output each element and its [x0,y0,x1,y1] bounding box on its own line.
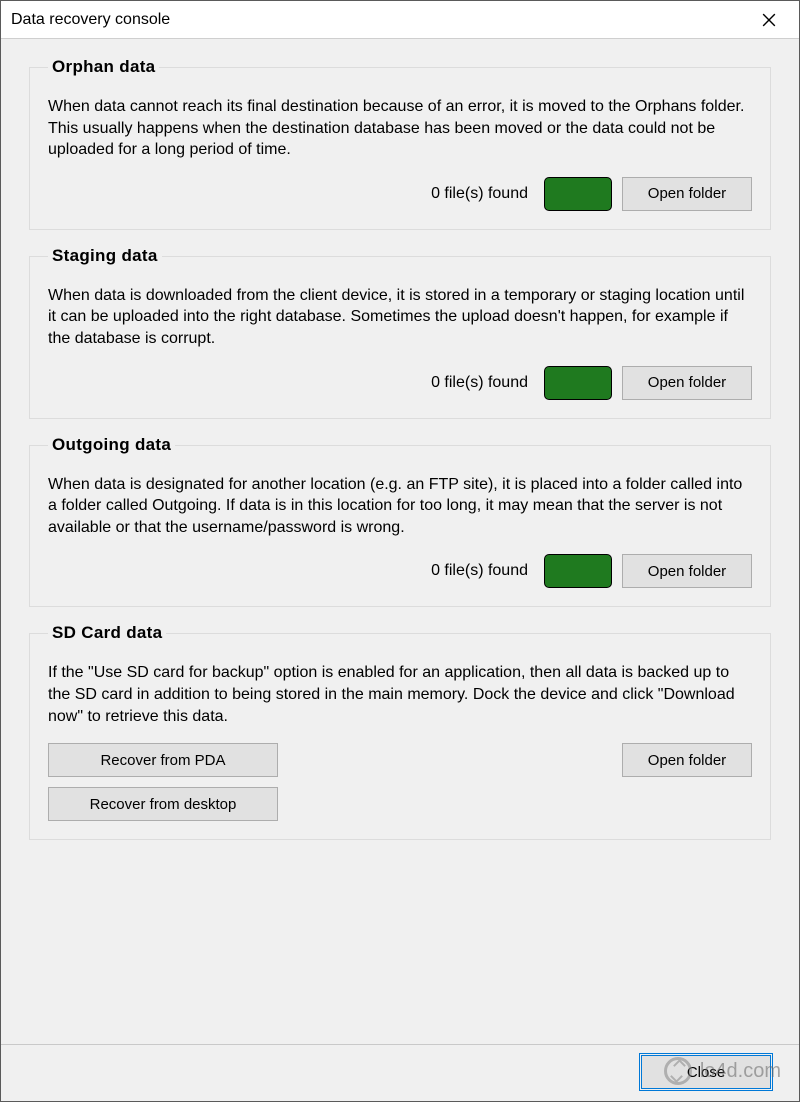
window-title: Data recovery console [11,11,170,29]
orphan-open-folder-button[interactable]: Open folder [622,177,752,211]
staging-data-title: Staging data [48,246,162,266]
sdcard-data-group: SD Card data If the "Use SD card for bac… [29,633,771,840]
staging-status-indicator [544,366,612,400]
recover-from-desktop-button[interactable]: Recover from desktop [48,787,278,821]
window-close-button[interactable] [749,5,789,35]
outgoing-data-title: Outgoing data [48,435,175,455]
recover-from-pda-button[interactable]: Recover from PDA [48,743,278,777]
orphan-data-title: Orphan data [48,57,159,77]
orphan-status-row: 0 file(s) found Open folder [48,177,752,211]
outgoing-files-count: 0 file(s) found [431,562,528,580]
dialog-footer: Close [1,1044,799,1089]
titlebar: Data recovery console [1,1,799,39]
staging-status-row: 0 file(s) found Open folder [48,366,752,400]
orphan-files-count: 0 file(s) found [431,185,528,203]
outgoing-data-description: When data is designated for another loca… [48,474,752,539]
staging-data-description: When data is downloaded from the client … [48,285,752,350]
sdcard-data-title: SD Card data [48,623,166,643]
outgoing-data-group: Outgoing data When data is designated fo… [29,445,771,608]
sdcard-open-folder-button[interactable]: Open folder [622,743,752,777]
orphan-data-description: When data cannot reach its final destina… [48,96,752,161]
outgoing-status-indicator [544,554,612,588]
close-button[interactable]: Close [641,1055,771,1089]
outgoing-open-folder-button[interactable]: Open folder [622,554,752,588]
staging-files-count: 0 file(s) found [431,374,528,392]
sdcard-data-description: If the "Use SD card for backup" option i… [48,662,752,727]
staging-open-folder-button[interactable]: Open folder [622,366,752,400]
outgoing-status-row: 0 file(s) found Open folder [48,554,752,588]
close-icon [762,13,776,27]
sdcard-button-row: Recover from PDA Recover from desktop Op… [48,743,752,821]
staging-data-group: Staging data When data is downloaded fro… [29,256,771,419]
dialog-content: Orphan data When data cannot reach its f… [1,39,799,1101]
window: Data recovery console Orphan data When d… [0,0,800,1102]
orphan-status-indicator [544,177,612,211]
orphan-data-group: Orphan data When data cannot reach its f… [29,67,771,230]
